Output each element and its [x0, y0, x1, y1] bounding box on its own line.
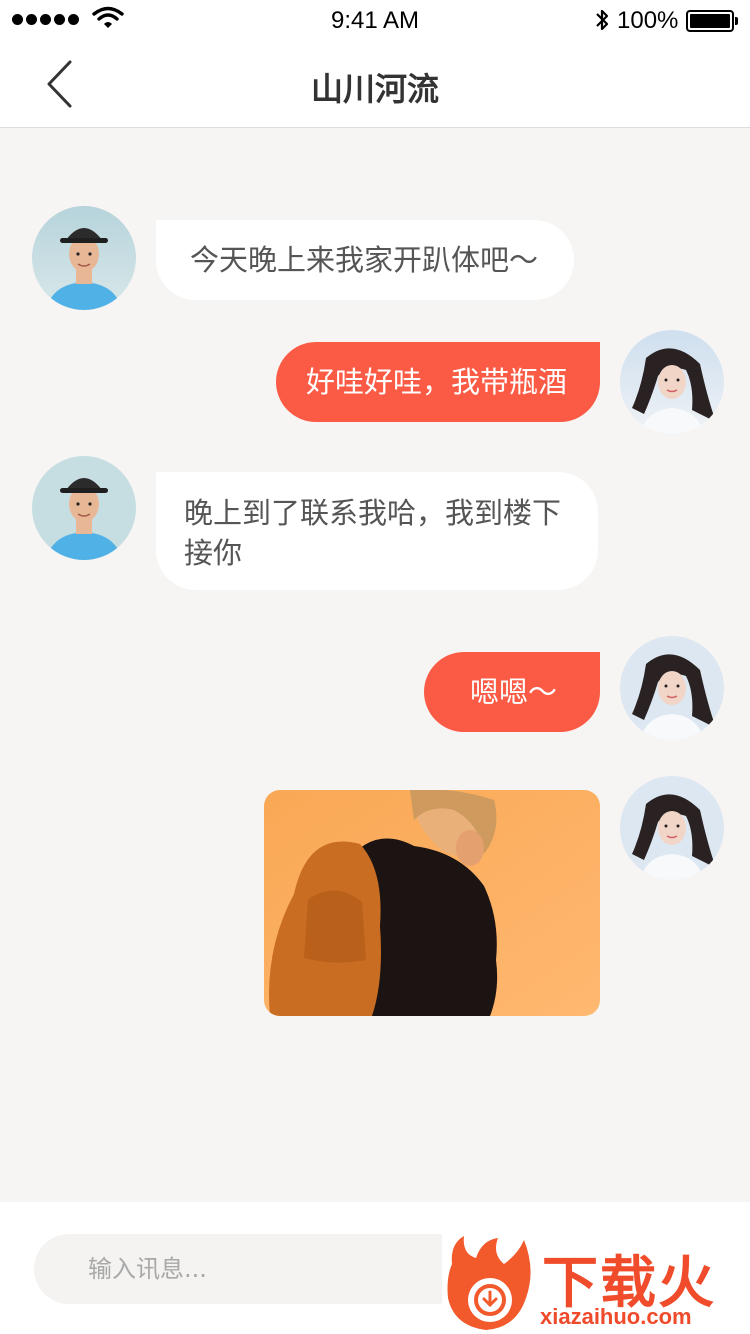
friend-avatar[interactable] — [32, 206, 136, 310]
message-text-line-1: 晚上到了联系我哈，我到楼下 — [184, 496, 562, 530]
watermark-logo-icon — [447, 1236, 531, 1330]
nav-bar: 山川河流 — [0, 40, 750, 128]
message-bubble-outgoing[interactable]: 嗯嗯～ — [424, 652, 600, 732]
my-avatar[interactable] — [620, 330, 724, 434]
watermark-domain: xiazaihuo.com — [540, 1304, 692, 1329]
message-text: 好哇好哇，我带瓶酒 — [306, 365, 568, 399]
message-bubble-outgoing[interactable]: 好哇好哇，我带瓶酒 — [276, 342, 600, 422]
status-bar: 9:41 AM 100% — [0, 0, 750, 40]
message-image[interactable] — [264, 790, 600, 1016]
bluetooth-icon — [596, 9, 609, 31]
message-text-line-2: 接你 — [184, 536, 243, 570]
message-text: 嗯嗯～ — [470, 675, 558, 709]
page-title: 山川河流 — [310, 70, 439, 108]
watermark: 下载火 xiazaihuo.com — [442, 1232, 750, 1334]
message-text: 今天晚上来我家开趴体吧～ — [190, 243, 539, 277]
friend-avatar[interactable] — [32, 456, 136, 560]
battery-icon — [686, 10, 738, 32]
my-avatar[interactable] — [620, 636, 724, 740]
message-bubble-incoming[interactable]: 晚上到了联系我哈，我到楼下 接你 — [156, 472, 598, 590]
my-avatar[interactable] — [620, 776, 724, 880]
battery-percentage: 100% — [617, 7, 679, 34]
message-bubble-incoming[interactable]: 今天晚上来我家开趴体吧～ — [156, 220, 574, 300]
